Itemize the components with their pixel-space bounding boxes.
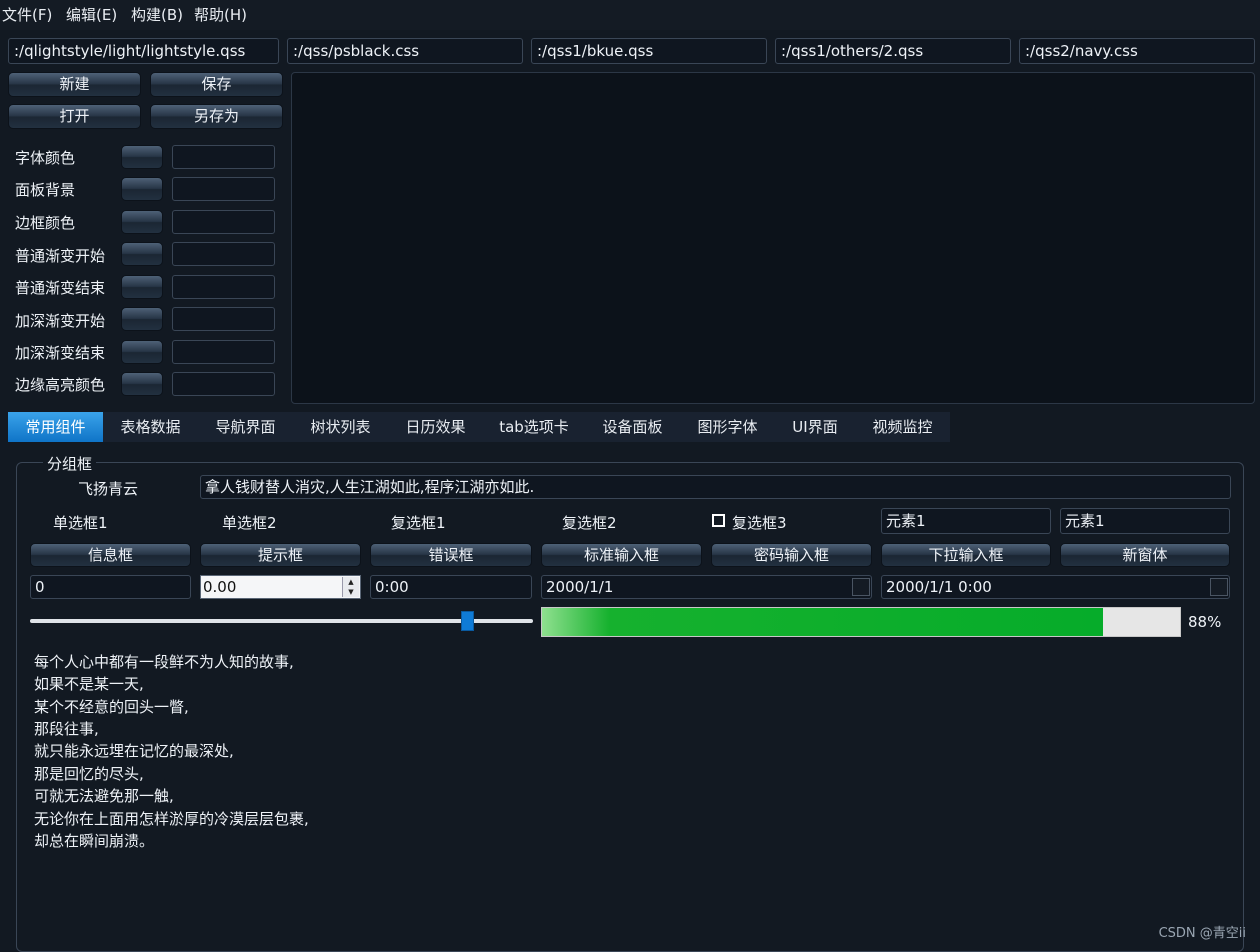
color-input-font[interactable] <box>172 145 275 169</box>
datetime-edit[interactable]: 2000/1/1 0:00 <box>881 575 1230 599</box>
group-box-title: 分组框 <box>43 453 97 474</box>
combo-box-1[interactable]: 元素1 <box>881 508 1051 534</box>
color-label-highlight: 边缘高亮颜色 <box>15 376 106 394</box>
radio-2[interactable]: 单选框2 <box>222 512 277 533</box>
checkbox-3-indicator[interactable] <box>712 514 725 527</box>
error-box-button[interactable]: 错误框 <box>370 543 532 567</box>
slider-handle[interactable] <box>461 611 475 631</box>
tab-table-data[interactable]: 表格数据 <box>103 412 198 442</box>
color-label-normal-start: 普通渐变开始 <box>15 247 106 265</box>
checkbox-2[interactable]: 复选框2 <box>562 512 617 533</box>
tip-box-button[interactable]: 提示框 <box>200 543 361 567</box>
color-input-border[interactable] <box>172 210 275 234</box>
color-input-dark-start[interactable] <box>172 307 275 331</box>
poem-line: 却总在瞬间崩溃。 <box>34 832 155 850</box>
menu-build[interactable]: 构建(B) <box>131 4 183 25</box>
input-box-button[interactable]: 标准输入框 <box>541 543 702 567</box>
save-button[interactable]: 保存 <box>150 72 283 97</box>
tab-ui[interactable]: UI界面 <box>775 412 855 442</box>
tab-tab-widget[interactable]: tab选项卡 <box>483 412 585 442</box>
poem-line: 每个人心中都有一段鲜不为人知的故事, <box>34 653 294 671</box>
checkbox-3-label[interactable]: 复选框3 <box>732 512 787 533</box>
progress-bar <box>541 607 1181 637</box>
tab-device-panel[interactable]: 设备面板 <box>585 412 680 442</box>
color-label-dark-end: 加深渐变结束 <box>15 344 106 362</box>
color-pick-button-normal-end[interactable] <box>121 275 163 299</box>
menu-bar: 文件(F) 编辑(E) 构建(B) 帮助(H) <box>0 0 1260 30</box>
color-input-highlight[interactable] <box>172 372 275 396</box>
poem-line: 那是回忆的尽头, <box>34 765 144 783</box>
tab-bar: 常用组件 表格数据 导航界面 树状列表 日历效果 tab选项卡 设备面板 图形字… <box>8 412 950 442</box>
spin-box-int[interactable]: 0 <box>30 575 191 599</box>
datetime-edit-value: 2000/1/1 0:00 <box>886 578 992 596</box>
poem-line: 如果不是某一天, <box>34 675 144 693</box>
poem-line: 就只能永远埋在记忆的最深处, <box>34 742 234 760</box>
color-label-font: 字体颜色 <box>15 149 76 167</box>
combo-input-button[interactable]: 下拉输入框 <box>881 543 1051 567</box>
radio-1[interactable]: 单选框1 <box>53 512 108 533</box>
color-input-normal-end[interactable] <box>172 275 275 299</box>
color-pick-button-dark-end[interactable] <box>121 340 163 364</box>
tab-calendar[interactable]: 日历效果 <box>388 412 483 442</box>
color-input-dark-end[interactable] <box>172 340 275 364</box>
tab-video-monitor[interactable]: 视频监控 <box>855 412 950 442</box>
password-input-button[interactable]: 密码输入框 <box>711 543 872 567</box>
date-calendar-icon[interactable] <box>852 578 870 596</box>
poem-line: 某个不经意的回头一瞥, <box>34 698 189 716</box>
path-input-bkue[interactable]: :/qss1/bkue.qss <box>531 38 767 64</box>
color-label-dark-start: 加深渐变开始 <box>15 312 106 330</box>
spin-up-icon[interactable]: ▲ <box>343 577 359 587</box>
color-pick-button-font[interactable] <box>121 145 163 169</box>
color-label-panel-bg: 面板背景 <box>15 181 76 199</box>
menu-file[interactable]: 文件(F) <box>2 4 52 25</box>
new-window-button[interactable]: 新窗体 <box>1060 543 1230 567</box>
color-pick-button-normal-start[interactable] <box>121 242 163 266</box>
poem-line: 那段往事, <box>34 720 99 738</box>
color-label-border: 边框颜色 <box>15 214 76 232</box>
date-edit-value: 2000/1/1 <box>546 578 614 596</box>
watermark: CSDN @青空ii <box>1158 926 1246 941</box>
spin-box-double-value: 0.00 <box>203 578 237 596</box>
spin-down-icon[interactable]: ▼ <box>343 587 359 597</box>
poem-line: 可就无法避免那一触, <box>34 787 174 805</box>
tab-graphic-font[interactable]: 图形字体 <box>680 412 775 442</box>
combo-box-2[interactable]: 元素1 <box>1060 508 1230 534</box>
tab-navigation[interactable]: 导航界面 <box>198 412 293 442</box>
poem-line: 无论你在上面用怎样淤厚的冷漠层层包裹, <box>34 810 309 828</box>
path-input-lightstyle[interactable]: :/qlightstyle/light/lightstyle.qss <box>8 38 279 64</box>
color-input-normal-start[interactable] <box>172 242 275 266</box>
menu-edit[interactable]: 编辑(E) <box>66 4 117 25</box>
spin-box-double[interactable]: 0.00 ▲ ▼ <box>200 575 361 599</box>
qss-text-editor[interactable] <box>291 72 1255 404</box>
color-input-panel-bg[interactable] <box>172 177 275 201</box>
color-label-normal-end: 普通渐变结束 <box>15 279 106 297</box>
time-edit[interactable]: 0:00 <box>370 575 532 599</box>
open-button[interactable]: 打开 <box>8 104 141 129</box>
info-box-button[interactable]: 信息框 <box>30 543 191 567</box>
color-pick-button-border[interactable] <box>121 210 163 234</box>
tab-common-widgets[interactable]: 常用组件 <box>8 412 103 442</box>
checkbox-1[interactable]: 复选框1 <box>391 512 446 533</box>
progress-label: 88% <box>1188 613 1222 631</box>
tab-tree-list[interactable]: 树状列表 <box>293 412 388 442</box>
path-input-others[interactable]: :/qss1/others/2.qss <box>775 38 1011 64</box>
slider-track[interactable] <box>30 619 533 623</box>
path-input-psblack[interactable]: :/qss/psblack.css <box>287 38 523 64</box>
color-pick-button-dark-start[interactable] <box>121 307 163 331</box>
new-button[interactable]: 新建 <box>8 72 141 97</box>
color-pick-button-panel-bg[interactable] <box>121 177 163 201</box>
datetime-calendar-icon[interactable] <box>1210 578 1228 596</box>
progress-fill <box>542 608 1104 636</box>
color-pick-button-highlight[interactable] <box>121 372 163 396</box>
date-edit[interactable]: 2000/1/1 <box>541 575 872 599</box>
motto-input[interactable]: 拿人钱财替人消灾,人生江湖如此,程序江湖亦如此. <box>200 475 1231 499</box>
spin-buttons: ▲ ▼ <box>342 577 359 597</box>
save-as-button[interactable]: 另存为 <box>150 104 283 129</box>
path-input-navy[interactable]: :/qss2/navy.css <box>1019 38 1255 64</box>
name-label: 飞扬青云 <box>78 480 139 498</box>
group-box <box>16 462 1244 952</box>
menu-help[interactable]: 帮助(H) <box>194 4 247 25</box>
